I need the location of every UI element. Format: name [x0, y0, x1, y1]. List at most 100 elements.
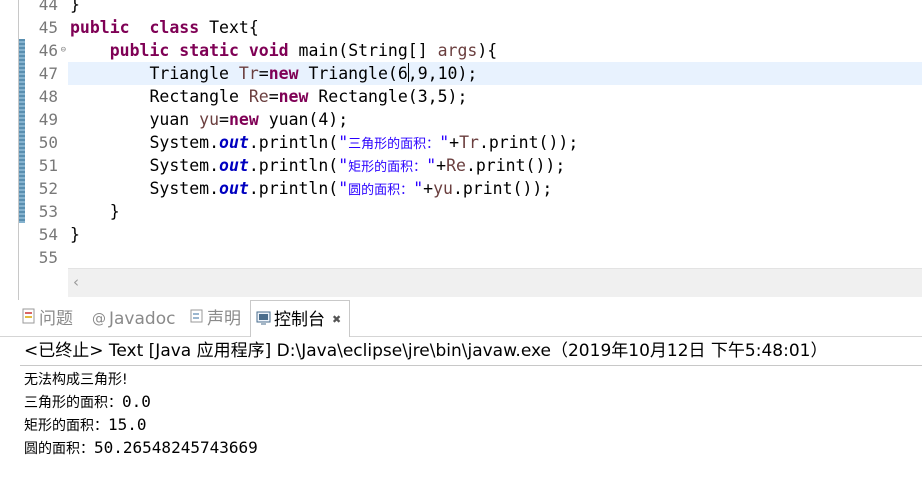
code-token: } — [70, 225, 80, 244]
code-line[interactable]: public static void main(String[] args){ — [70, 39, 497, 62]
code-line[interactable]: yuan yu=new yuan(4); — [70, 108, 348, 131]
line-number: 47 — [38, 64, 58, 83]
console-text: 0.0 — [122, 392, 151, 411]
code-token: " — [338, 156, 349, 175]
code-token: .print()); — [465, 156, 566, 175]
editor-gutter-bottom — [19, 268, 68, 296]
code-token: + — [436, 156, 447, 175]
code-token: .println( — [248, 179, 339, 198]
tab-declaration[interactable]: 声明 — [190, 300, 241, 336]
code-line[interactable]: } — [70, 200, 120, 223]
declaration-icon — [190, 300, 204, 338]
console-text: 圆的面积： — [24, 441, 94, 457]
console-output-line: 三角形的面积：0.0 — [24, 390, 151, 415]
code-token: .print()); — [452, 179, 553, 198]
code-token: System. — [70, 133, 220, 152]
console-divider — [20, 365, 922, 366]
code-token: .println( — [248, 156, 339, 175]
line-number: 51 — [38, 156, 58, 175]
code-token: .println( — [248, 133, 339, 152]
code-token: args — [437, 41, 478, 60]
scroll-left-arrow-icon[interactable]: ‹ — [73, 273, 79, 291]
eclipse-window: 44 45 46 ⊖ 47 48 49 50 51 52 53 54 55 } public class … — [0, 0, 922, 480]
code-editor[interactable]: 44 45 46 ⊖ 47 48 49 50 51 52 53 54 55 } public class … — [0, 0, 922, 300]
code-token: = — [219, 110, 229, 129]
console-output-line: 无法构成三角形! — [24, 367, 128, 392]
close-icon[interactable]: ✖ — [332, 313, 341, 326]
code-line[interactable]: Triangle Tr=new Triangle(6,9,10); — [70, 62, 477, 85]
code-token: new — [278, 87, 309, 106]
quick-diff-change-bar — [19, 39, 25, 223]
code-token: Triangle — [70, 64, 239, 83]
code-token: yu — [199, 110, 220, 129]
console-icon — [256, 301, 271, 339]
console-process-status: <已终止> Text [Java 应用程序] D:\Java\eclipse\j… — [24, 341, 828, 361]
problems-icon — [22, 300, 36, 338]
code-token: } — [70, 0, 80, 14]
code-line[interactable]: } — [70, 223, 80, 246]
code-line[interactable]: System.out.println("矩形的面积："+Re.print()); — [70, 154, 565, 177]
line-number: 53 — [38, 202, 58, 221]
code-token: + — [449, 133, 460, 152]
console-text: 三角形的面积： — [24, 395, 122, 411]
line-number: 49 — [38, 110, 58, 129]
code-token: Triangle(6 — [298, 64, 408, 83]
code-token: new — [228, 110, 259, 129]
view-tab-bar: 问题 @ Javadoc 声明 控制台 ✖ — [0, 300, 922, 337]
code-token: yu — [433, 179, 453, 198]
code-token: void — [248, 41, 289, 60]
line-number: 50 — [38, 133, 58, 152]
code-token: " — [338, 133, 349, 152]
tab-console-label: 控制台 — [274, 310, 325, 330]
code-token: Re — [446, 156, 466, 175]
code-token: new — [268, 64, 299, 83]
horizontal-scrollbar[interactable]: ‹ — [68, 268, 922, 297]
code-token: out — [219, 156, 249, 175]
line-number: 54 — [38, 225, 58, 244]
line-number: 48 — [38, 87, 58, 106]
console-view[interactable]: <已终止> Text [Java 应用程序] D:\Java\eclipse\j… — [0, 337, 922, 480]
code-token: " — [413, 179, 424, 198]
code-token: = — [258, 64, 269, 83]
code-token: = — [268, 87, 279, 106]
console-output-line: 圆的面积：50.26548245743669 — [24, 436, 258, 461]
code-token: out — [219, 133, 249, 152]
javadoc-icon: @ — [92, 311, 106, 327]
code-token: System. — [70, 179, 220, 198]
tab-javadoc[interactable]: @ Javadoc — [92, 300, 175, 336]
line-number: 45 — [38, 18, 58, 37]
code-token: Tr — [238, 64, 259, 83]
tab-console[interactable]: 控制台 ✖ — [250, 300, 351, 339]
code-token: Rectangle — [70, 87, 249, 106]
console-text: 无法构成三角形! — [24, 372, 128, 388]
code-line[interactable]: System.out.println("三角形的面积："+Tr.print())… — [70, 131, 578, 154]
line-number: 52 — [38, 179, 58, 198]
code-line[interactable]: } — [70, 0, 80, 16]
tab-problems[interactable]: 问题 — [22, 300, 73, 336]
code-token: yuan(4); — [258, 110, 349, 129]
code-token: Rectangle(3,5); — [308, 87, 468, 106]
code-token: + — [423, 179, 434, 198]
console-output-line: 矩形的面积：15.0 — [24, 413, 147, 438]
code-line[interactable]: Rectangle Re=new Rectangle(3,5); — [70, 85, 467, 108]
code-token: main(String[] — [288, 41, 438, 60]
code-token: yuan — [70, 110, 200, 129]
code-line[interactable]: public class Text{ — [70, 16, 259, 39]
fold-collapse-icon[interactable]: ⊖ — [61, 39, 66, 62]
tab-javadoc-label: Javadoc — [109, 309, 176, 329]
code-line[interactable]: System.out.println("圆的面积："+yu.print()); — [70, 177, 552, 200]
code-token: out — [219, 179, 249, 198]
code-token: " — [426, 156, 437, 175]
code-token: " — [439, 133, 450, 152]
code-token: class — [149, 18, 200, 37]
line-number: 55 — [38, 248, 58, 267]
console-text: 50.26548245743669 — [94, 438, 258, 457]
code-token: Tr — [459, 133, 479, 152]
console-text: 矩形的面积： — [24, 418, 108, 434]
code-token: } — [70, 202, 120, 221]
console-text: 15.0 — [108, 415, 147, 434]
